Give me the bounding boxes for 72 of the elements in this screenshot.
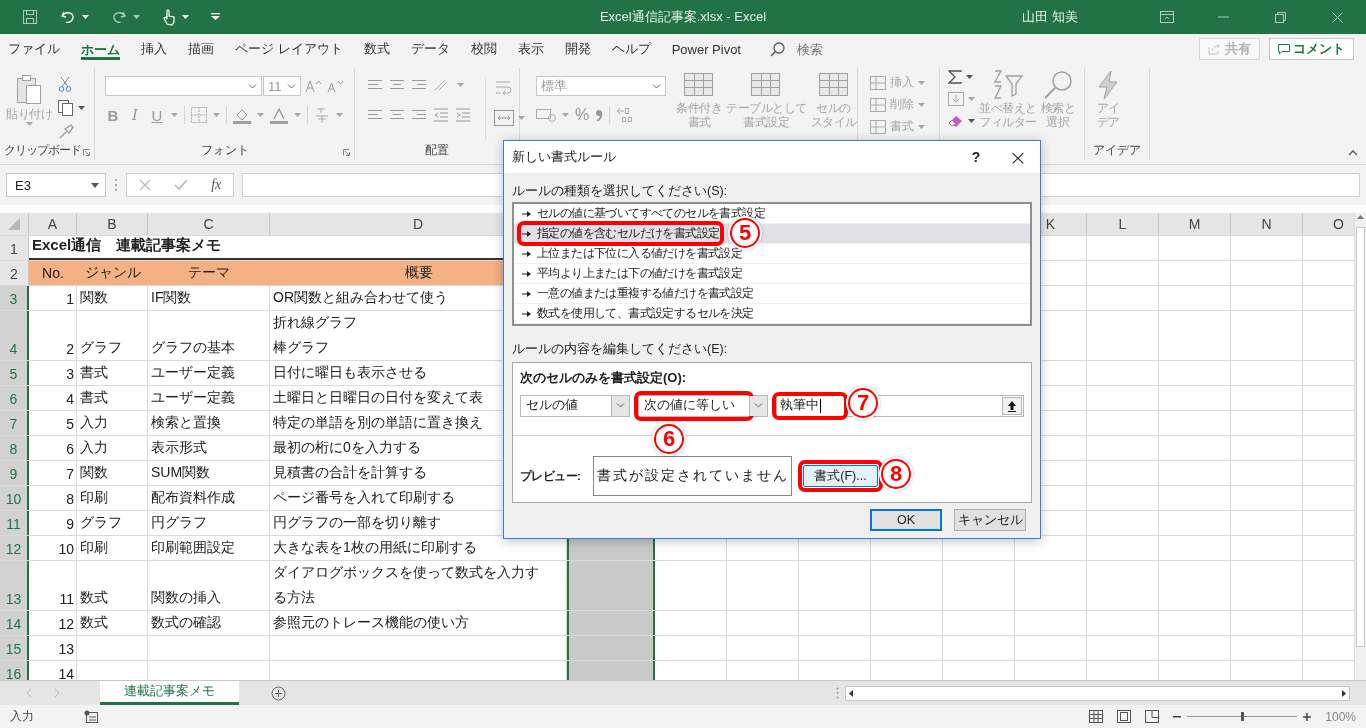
table-cell: 日付に曜日も表示させる (273, 364, 427, 382)
table-cell: 検索と置換 (151, 414, 221, 432)
table-cell: 参照元のトレース機能の使い方 (273, 614, 469, 632)
table-cell: 12 (58, 616, 74, 632)
table-cell: ユーザー定義 (151, 389, 235, 407)
table-cell: 書式 (80, 389, 108, 407)
group-label: クリップボード (3, 141, 81, 159)
table-cell: 配布資料作成 (151, 489, 235, 507)
preview-label: プレビュー: (520, 468, 581, 484)
table-cell: 3 (66, 366, 74, 382)
table-cell: グラフ (80, 339, 122, 357)
table-cell: ダイアログボックスを使って数式を入力す (273, 564, 539, 583)
table-cell: OR関数と組み合わせて使う (273, 289, 448, 307)
table-cell: 9 (66, 516, 74, 532)
table-cell: 2 (66, 341, 74, 357)
preview-box: 書式が設定されていません (593, 456, 793, 496)
table-cell: グラフの基本 (151, 339, 235, 357)
table-cell: 表示形式 (151, 439, 207, 457)
table-cell: 大きな表を1枚の用紙に印刷する (273, 539, 477, 557)
table-cell: 円グラフ (151, 514, 207, 532)
table-cell: 4 (66, 391, 74, 407)
table-cell: 6 (66, 441, 74, 457)
table-cell: 関数の挿入 (151, 589, 221, 607)
table-cell: 円グラフの一部を切り離す (273, 514, 441, 532)
section-label: ルールの種類を選択してください(S): (512, 182, 729, 200)
group-label: フォント (200, 141, 249, 159)
table-cell: 特定の単語を別の単語に置き換え (273, 414, 483, 432)
table-cell: 棒グラフ (273, 338, 329, 357)
step-badge: 7 (848, 388, 878, 418)
step-badge: 5 (730, 218, 760, 248)
table-cell: IF関数 (151, 289, 192, 307)
table-cell: 数式の確認 (151, 614, 221, 632)
section-heading: 次のセルのみを書式設定(O): (520, 369, 688, 387)
table-cell: 見積書の合計を計算する (273, 464, 427, 482)
status-mode: 入力 (10, 708, 34, 725)
step-badge: 8 (881, 459, 911, 489)
table-cell: ページ番号を入れて印刷する (273, 489, 455, 507)
column-heading-cell: No. (29, 261, 77, 285)
table-cell: 印刷 (80, 489, 108, 507)
table-cell: 10 (58, 541, 74, 557)
column-heading-cell: テーマ (148, 261, 270, 285)
step-badge: 6 (654, 424, 684, 454)
table-cell: 数式 (80, 589, 108, 607)
column-heading-cell: ジャンル (77, 261, 148, 285)
table-cell: 数式 (80, 614, 108, 632)
table-cell: 印刷 (80, 539, 108, 557)
table-cell: 11 (59, 591, 74, 607)
table-cell: 7 (66, 466, 74, 482)
table-cell: ユーザー定義 (151, 364, 235, 382)
table-cell: SUM関数 (151, 464, 211, 482)
table-cell: 折れ線グラフ (273, 314, 357, 333)
table-cell: 関数 (80, 289, 108, 307)
table-cell: 5 (66, 416, 74, 432)
table-cell: 書式 (80, 364, 108, 382)
table-cell: 入力 (80, 439, 108, 457)
table-cell: 入力 (80, 414, 108, 432)
user-name: 山田 知美 (1022, 8, 1078, 26)
table-cell: 1 (66, 291, 74, 307)
table-cell: 最初の桁に0を入力する (273, 439, 421, 457)
table-cell: グラフ (80, 514, 122, 532)
table-cell: 印刷範囲設定 (151, 539, 235, 557)
group-label: アイデア (1093, 141, 1141, 159)
table-cell: 14 (58, 666, 74, 680)
table-cell: 関数 (80, 464, 108, 482)
group-label: 配置 (425, 141, 449, 159)
table-cell: 13 (58, 641, 74, 657)
section-label: ルールの内容を編集してください(E): (512, 340, 729, 358)
table-cell: る方法 (273, 588, 315, 607)
window-title: Excel通信記事案.xlsx - Excel (599, 8, 767, 26)
table-cell: 8 (66, 491, 74, 507)
table-cell: 土曜日と日曜日の日付を変えて表 (273, 389, 483, 407)
dialog-title: 新しい書式ルール (512, 148, 616, 166)
